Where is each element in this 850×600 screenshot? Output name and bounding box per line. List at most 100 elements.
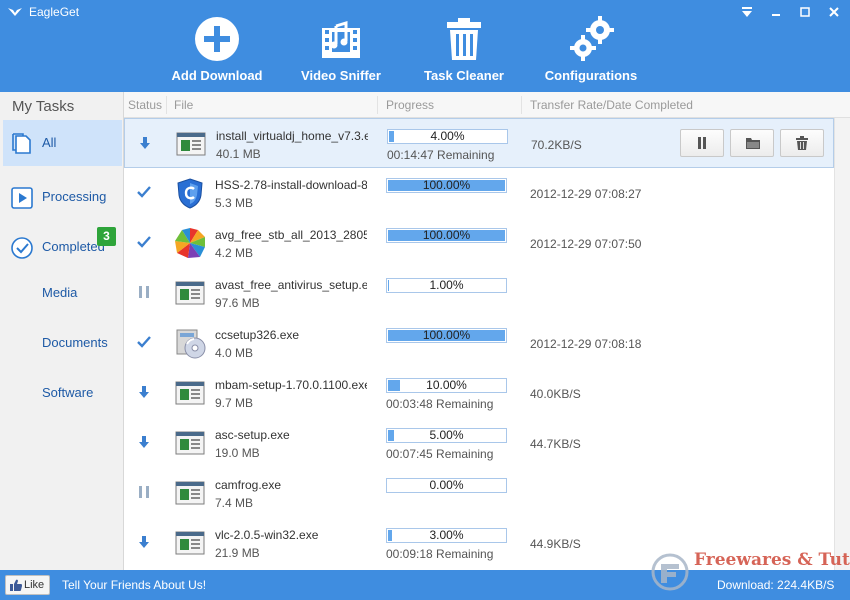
- progress-percent: 100.00%: [422, 178, 471, 192]
- time-remaining: 00:14:47 Remaining: [387, 148, 495, 162]
- check-icon: [137, 186, 151, 198]
- progress-percent: 3.00%: [429, 528, 464, 542]
- minimize-button[interactable]: [762, 2, 790, 22]
- check-icon: [137, 336, 151, 348]
- file-name: install_virtualdj_home_v7.3.exe: [216, 129, 368, 143]
- close-button[interactable]: [820, 2, 848, 22]
- menu-dropdown-button[interactable]: [733, 2, 761, 22]
- progress-bar: 100.00%: [386, 228, 507, 243]
- installer-cd-icon: [176, 329, 206, 359]
- progress-percent: 100.00%: [422, 228, 471, 242]
- task-row[interactable]: mbam-setup-1.70.0.1100.exe 9.7 MB 10.00%…: [124, 368, 834, 418]
- add-download-button[interactable]: Add Download: [168, 14, 266, 83]
- video-sniffer-icon: [322, 20, 360, 58]
- configurations-button[interactable]: Configurations: [541, 14, 641, 83]
- progress-bar: 5.00%: [386, 428, 507, 443]
- file-name: mbam-setup-1.70.0.1100.exe: [215, 378, 367, 392]
- progress-percent: 0.00%: [429, 478, 464, 492]
- sidebar-item-label: Software: [42, 385, 94, 400]
- exe-icon: [175, 481, 205, 505]
- task-row[interactable]: ccsetup326.exe 4.0 MB 100.00% 2012-12-29…: [124, 318, 834, 368]
- sidebar-item-label: Media: [42, 285, 78, 300]
- task-row[interactable]: camfrog.exe 7.4 MB 0.00%: [124, 468, 834, 518]
- close-icon: [829, 7, 839, 17]
- play-icon: [11, 187, 33, 209]
- file-size: 9.7 MB: [215, 396, 254, 410]
- column-status[interactable]: Status: [128, 98, 162, 112]
- downloading-arrow-icon: [140, 137, 150, 149]
- time-remaining: 00:07:45 Remaining: [386, 447, 494, 461]
- file-size: 21.9 MB: [215, 546, 260, 560]
- completed-count-badge: 3: [97, 227, 116, 246]
- file-name: avg_free_stb_all_2013_2805_cnet: [215, 228, 367, 242]
- maximize-icon: [800, 7, 810, 17]
- sidebar-item-label: Processing: [42, 189, 107, 204]
- menu-icon: [742, 7, 752, 17]
- file-size: 4.2 MB: [215, 246, 254, 260]
- hotspot-shield-icon: [177, 178, 203, 209]
- column-file[interactable]: File: [174, 98, 193, 112]
- sidebar-item-label: Completed: [42, 239, 105, 254]
- file-name: ccsetup326.exe: [215, 328, 300, 342]
- progress-bar: 100.00%: [386, 328, 507, 343]
- progress-percent: 4.00%: [430, 129, 465, 143]
- file-size: 4.0 MB: [215, 346, 254, 360]
- video-sniffer-button[interactable]: Video Sniffer: [296, 14, 386, 83]
- paused-icon: [139, 286, 149, 298]
- column-header: Status File Progress Transfer Rate/Date …: [124, 92, 850, 118]
- task-cleaner-button[interactable]: Task Cleaner: [420, 14, 508, 83]
- exe-icon: [176, 132, 206, 156]
- file-name: HSS-2.78-install-download-8: [215, 178, 367, 192]
- exe-icon: [175, 281, 205, 305]
- time-remaining: 00:03:48 Remaining: [386, 397, 494, 411]
- progress-percent: 100.00%: [422, 328, 471, 342]
- column-divider: [377, 96, 378, 114]
- progress-bar: 0.00%: [386, 478, 507, 493]
- sidebar-item-media[interactable]: Media: [3, 270, 122, 316]
- task-row[interactable]: avast_free_antivirus_setup.exe 97.6 MB 1…: [124, 268, 834, 318]
- sidebar-item-completed[interactable]: Completed 3: [3, 224, 122, 270]
- watermark-logo-icon: [651, 553, 689, 591]
- task-row[interactable]: asc-setup.exe 19.0 MB 5.00% 00:07:45 Rem…: [124, 418, 834, 468]
- file-size: 5.3 MB: [215, 196, 254, 210]
- task-row[interactable]: avg_free_stb_all_2013_2805_cnet 4.2 MB 1…: [124, 218, 834, 268]
- folder-icon: [746, 138, 760, 149]
- delete-task-button[interactable]: [780, 129, 824, 157]
- date-completed: 2012-12-29 07:08:27: [530, 187, 642, 201]
- file-size: 97.6 MB: [215, 296, 260, 310]
- file-name: vlc-2.0.5-win32.exe: [215, 528, 319, 542]
- check-icon: [137, 236, 151, 248]
- file-size: 19.0 MB: [215, 446, 260, 460]
- sidebar-item-all[interactable]: All: [3, 120, 122, 166]
- maximize-button[interactable]: [791, 2, 819, 22]
- task-row[interactable]: HSS-2.78-install-download-8 5.3 MB 100.0…: [124, 168, 834, 218]
- open-folder-button[interactable]: [730, 129, 774, 157]
- pause-icon: [698, 137, 706, 149]
- time-remaining: 00:09:18 Remaining: [386, 547, 494, 561]
- facebook-like-button[interactable]: Like: [5, 575, 50, 595]
- exe-icon: [175, 381, 205, 405]
- add-download-label: Add Download: [171, 68, 263, 83]
- file-size: 7.4 MB: [215, 496, 254, 510]
- like-label: Like: [24, 579, 45, 591]
- sidebar-item-label: All: [42, 135, 57, 150]
- task-cleaner-label: Task Cleaner: [424, 68, 504, 83]
- tell-friends-link[interactable]: Tell Your Friends About Us!: [62, 578, 206, 592]
- progress-percent: 10.00%: [426, 378, 467, 392]
- column-progress[interactable]: Progress: [386, 98, 434, 112]
- column-divider: [166, 96, 167, 114]
- video-sniffer-label: Video Sniffer: [301, 68, 381, 83]
- sidebar-item-software[interactable]: Software: [3, 370, 122, 416]
- date-completed: 2012-12-29 07:08:18: [530, 337, 642, 351]
- pause-button[interactable]: [680, 129, 724, 157]
- add-download-icon: [195, 17, 239, 61]
- date-completed: 2012-12-29 07:07:50: [530, 237, 642, 251]
- transfer-rate: 70.2KB/S: [531, 138, 582, 152]
- check-circle-icon: [11, 237, 33, 259]
- sidebar-item-documents[interactable]: Documents: [3, 320, 122, 366]
- sidebar-item-processing[interactable]: Processing: [3, 174, 122, 220]
- progress-bar: 3.00%: [386, 528, 507, 543]
- task-row[interactable]: install_virtualdj_home_v7.3.exe 40.1 MB …: [124, 118, 834, 168]
- column-transfer-rate[interactable]: Transfer Rate/Date Completed: [530, 98, 693, 112]
- vertical-scrollbar[interactable]: [834, 118, 850, 570]
